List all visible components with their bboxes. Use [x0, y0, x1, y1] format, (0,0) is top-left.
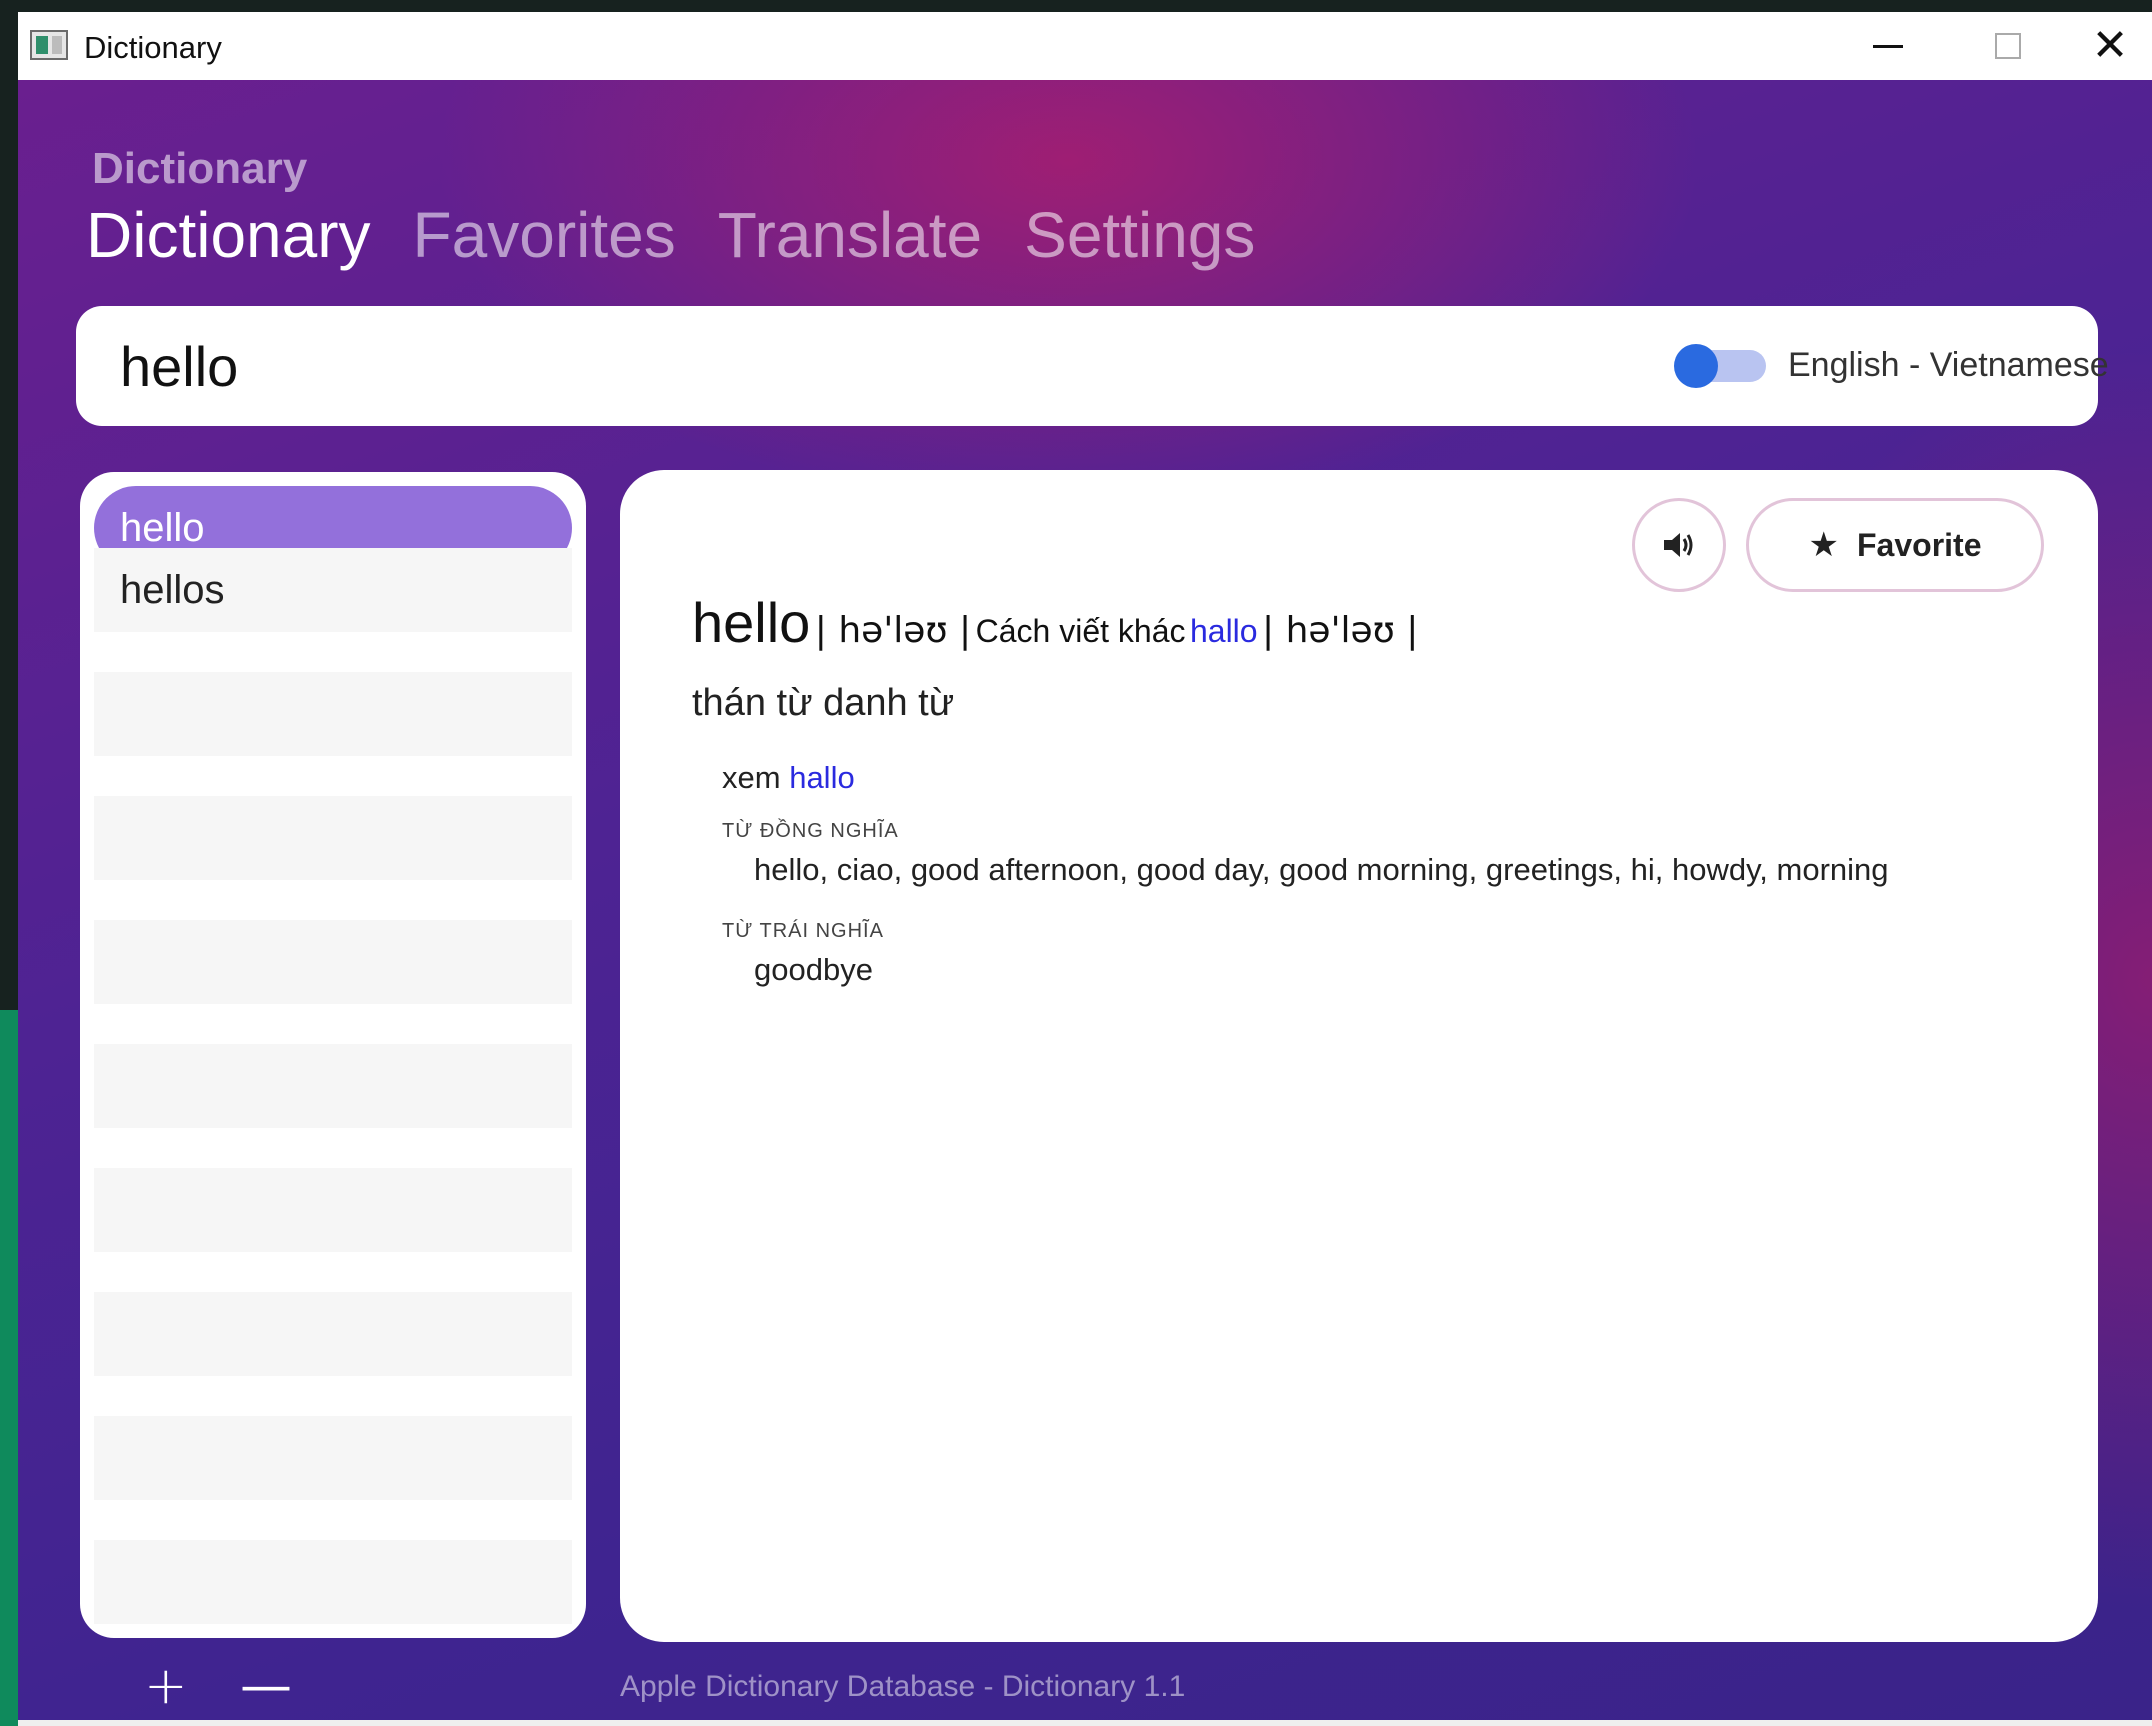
toggle-knob [1674, 344, 1718, 388]
remove-button[interactable]: — [240, 1660, 292, 1712]
alt-spelling-link[interactable]: hallo [1190, 613, 1258, 649]
favorite-button[interactable]: ★ Favorite [1746, 498, 2044, 592]
maximize-icon [1995, 33, 2021, 59]
search-input[interactable] [120, 324, 1620, 408]
minimize-icon [1873, 44, 1903, 48]
tab-settings[interactable]: Settings [1024, 198, 1255, 272]
language-toggle[interactable] [1674, 344, 1766, 388]
app-content: Dictionary Dictionary Favorites Translat… [18, 80, 2152, 1720]
window-title: Dictionary [84, 30, 222, 65]
footer-info: Apple Dictionary Database - Dictionary 1… [620, 1670, 1186, 1703]
list-item-label: hellos [120, 568, 225, 612]
favorite-label: Favorite [1857, 526, 1982, 563]
search-bar: English - Vietnamese [76, 306, 2109, 426]
window-bottom-edge [18, 1720, 2152, 1726]
list-item-label: hello [120, 506, 205, 550]
antonyms-text: goodbye [754, 952, 873, 987]
speak-button[interactable] [1632, 498, 1726, 592]
maximize-button[interactable] [1948, 12, 2068, 80]
word-list: hello hellos [80, 472, 586, 1638]
see-also: xem hallo [722, 760, 855, 796]
app-icon [30, 30, 68, 60]
pronunciation: | hə'ləʊ | [814, 610, 972, 651]
headword-line: hello | hə'ləʊ | Cách viết khác hallo | … [692, 590, 1418, 655]
synonyms-label: TỪ ĐỒNG NGHĨA [722, 820, 899, 842]
section-title: Dictionary [92, 144, 308, 193]
close-icon: ✕ [2091, 20, 2129, 71]
headword: hello [692, 591, 811, 654]
part-of-speech: thán từ danh từ [692, 682, 955, 724]
tab-favorites[interactable]: Favorites [413, 198, 676, 272]
see-prefix: xem [722, 760, 781, 795]
antonyms-label: TỪ TRÁI NGHĨA [722, 920, 884, 942]
synonyms-text: hello, ciao, good afternoon, good day, g… [754, 852, 1889, 887]
add-button[interactable]: + [144, 1660, 188, 1712]
tab-translate[interactable]: Translate [718, 198, 982, 272]
speaker-icon [1664, 533, 1693, 557]
title-bar: Dictionary ✕ [18, 12, 2152, 80]
language-label: English - Vietnamese [1788, 346, 2109, 384]
list-item-empty [94, 1540, 572, 1624]
alt-spelling-prefix: Cách viết khác [975, 613, 1186, 649]
desktop-background-left [0, 0, 18, 1726]
app-window: Dictionary ✕ Dictionary Dictionary Favor… [18, 12, 2152, 1726]
see-link[interactable]: hallo [789, 760, 855, 795]
desktop-background-green [0, 1010, 18, 1726]
star-icon: ★ [1808, 525, 1839, 565]
desktop-background-top [0, 0, 2152, 12]
tab-dictionary[interactable]: Dictionary [86, 198, 371, 272]
minimize-button[interactable] [1828, 12, 1948, 80]
close-button[interactable]: ✕ [2068, 12, 2152, 80]
pronunciation-alt: | hə'ləʊ | [1262, 610, 1419, 651]
nav-tabs: Dictionary Favorites Translate Settings [86, 198, 1297, 272]
definition-panel: ★ Favorite hello | hə'ləʊ | Cách viết kh… [620, 470, 2098, 1642]
